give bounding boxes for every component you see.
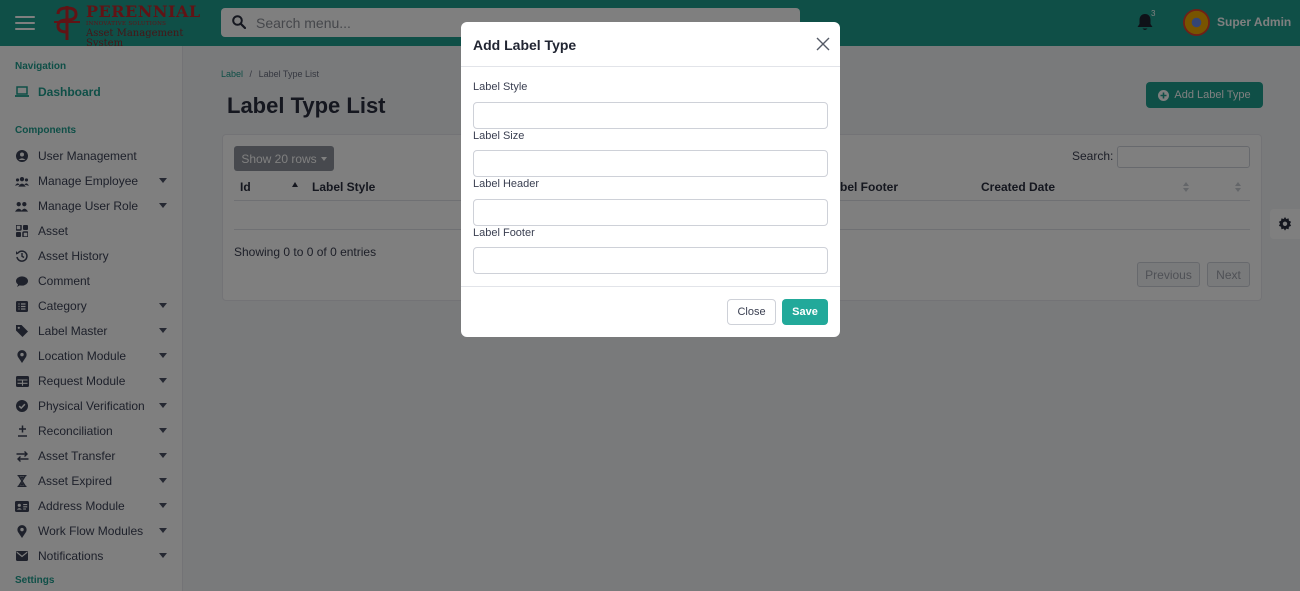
modal-footer-divider: [461, 286, 840, 287]
modal-header: Add Label Type: [461, 22, 840, 67]
label-style-label: Label Style: [473, 81, 528, 93]
label-footer-input[interactable]: [473, 247, 828, 274]
close-button[interactable]: Close: [727, 299, 776, 325]
label-style-input[interactable]: [473, 102, 828, 129]
close-icon[interactable]: [816, 37, 830, 51]
label-header-input[interactable]: [473, 199, 828, 226]
add-label-type-modal: Add Label Type Label Style Label Size La…: [461, 22, 840, 337]
label-size-input[interactable]: [473, 150, 828, 177]
save-button[interactable]: Save: [782, 299, 828, 325]
modal-title: Add Label Type: [473, 37, 577, 53]
label-size-label: Label Size: [473, 130, 525, 142]
label-header-label: Label Header: [473, 178, 540, 190]
label-footer-label: Label Footer: [473, 227, 535, 239]
